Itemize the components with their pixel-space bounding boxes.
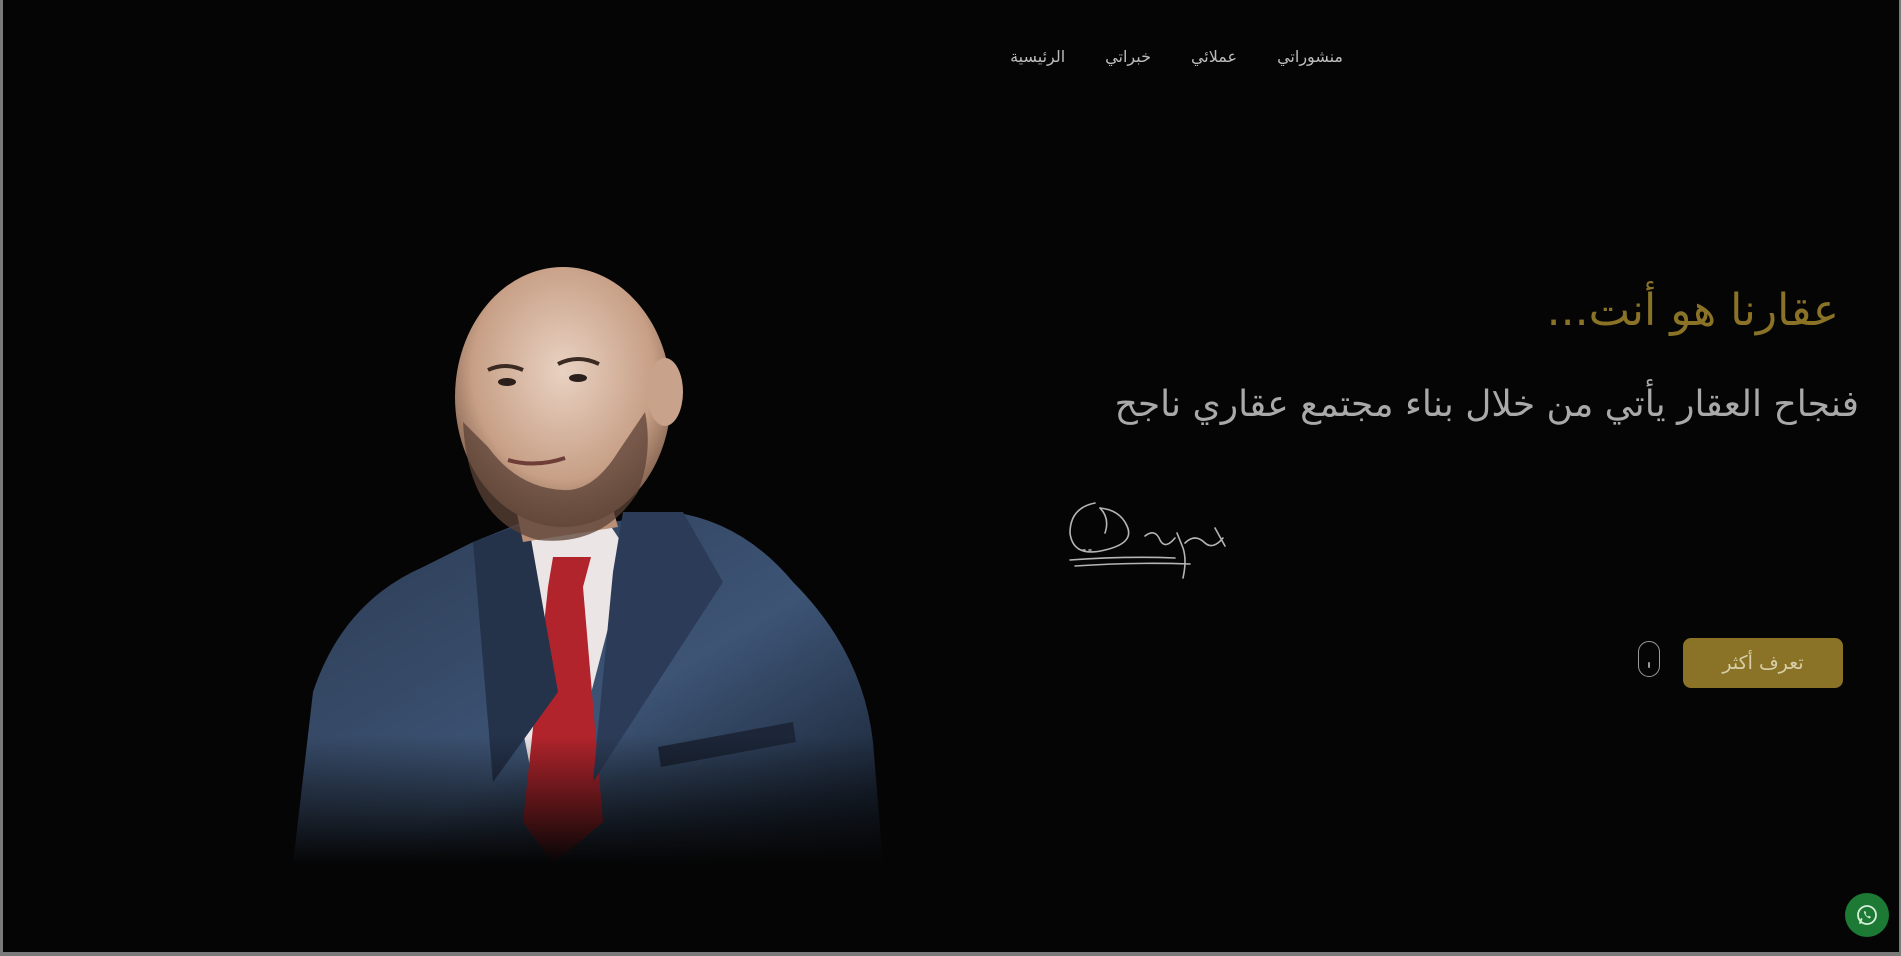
nav-item-home[interactable]: الرئيسية: [1010, 47, 1065, 66]
whatsapp-glyph: [1857, 905, 1877, 925]
page-viewport: منشوراتي عملائي خبراتي الرئيسية عقارنا ه…: [3, 0, 1899, 952]
whatsapp-icon[interactable]: [1845, 893, 1889, 937]
nav-item-posts[interactable]: منشوراتي: [1277, 47, 1343, 66]
scroll-wheel-indicator: [1648, 662, 1650, 668]
mouse-scroll-icon[interactable]: [1638, 641, 1660, 677]
hero-headline: عقارنا هو أنت...: [1546, 285, 1839, 336]
main-nav: منشوراتي عملائي خبراتي الرئيسية: [943, 41, 1343, 71]
nav-item-experience[interactable]: خبراتي: [1105, 47, 1151, 66]
nav-item-clients[interactable]: عملائي: [1191, 47, 1237, 66]
learn-more-button[interactable]: تعرف أكثر: [1683, 638, 1843, 688]
portrait-image: [273, 222, 893, 864]
signature-image: [1069, 502, 1226, 579]
hero-subline: فنجاح العقار يأتي من خلال بناء مجتمع عقا…: [1114, 384, 1859, 425]
